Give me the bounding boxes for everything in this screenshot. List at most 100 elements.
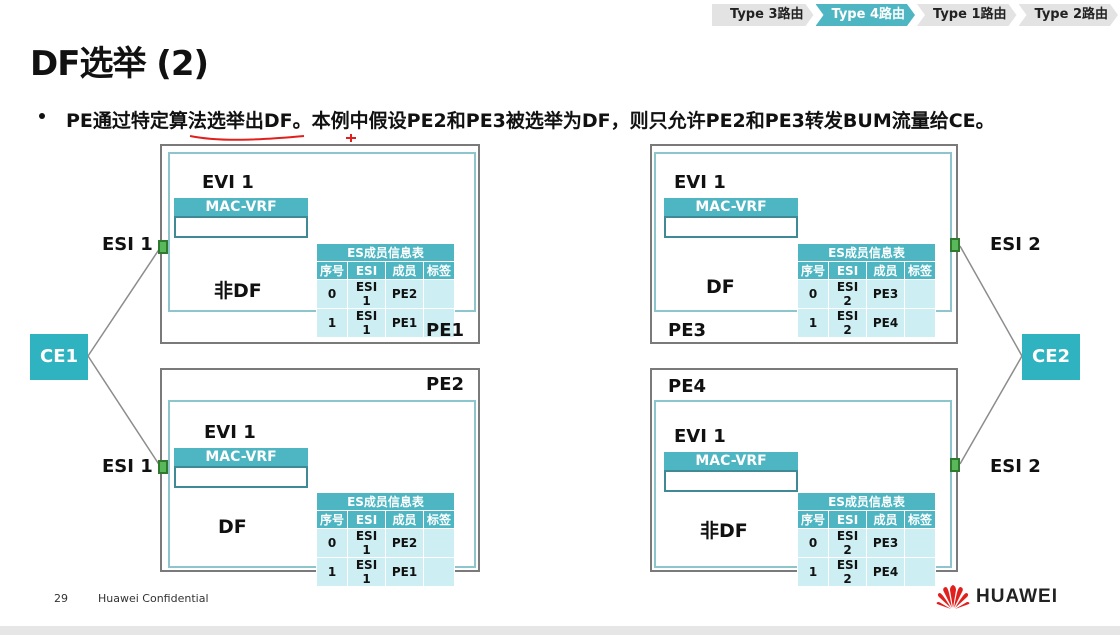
pe3-port-icon[interactable] <box>950 238 960 252</box>
pe4-macvrf-body <box>664 470 798 492</box>
col-label: 标签 <box>904 510 937 529</box>
bottom-bar <box>0 626 1120 635</box>
table-caption: ES成员信息表 <box>796 243 937 262</box>
pe1-evi-label: EVI 1 <box>202 172 254 193</box>
col-index: 序号 <box>796 261 830 280</box>
cell-esi: ESI 1 <box>347 557 387 587</box>
col-esi: ESI <box>828 510 868 529</box>
cell-member: PE4 <box>866 308 906 338</box>
pe1-name: PE1 <box>426 320 465 341</box>
cell-index: 0 <box>796 528 830 558</box>
pe2-port-icon[interactable] <box>158 460 168 474</box>
link-ce1-pe2 <box>87 355 161 467</box>
pe3-macvrf: MAC-VRF <box>664 198 798 238</box>
cell-label <box>423 528 456 558</box>
pe3-macvrf-body <box>664 216 798 238</box>
cell-label <box>904 557 937 587</box>
cell-index: 1 <box>796 308 830 338</box>
cell-esi: ESI 1 <box>347 308 387 338</box>
pe4-macvrf: MAC-VRF <box>664 452 798 492</box>
pe4-role: 非DF <box>700 520 748 542</box>
ce2-node[interactable]: CE2 <box>1022 334 1080 380</box>
col-index: 序号 <box>315 261 349 280</box>
cell-member: PE4 <box>866 557 906 587</box>
pe1-esi-label: ESI 1 <box>102 234 153 255</box>
pe1-role: 非DF <box>214 280 262 302</box>
pe3-name: PE3 <box>668 320 707 341</box>
link-ce2-pe4 <box>959 355 1023 465</box>
pe2-macvrf-body <box>174 466 308 488</box>
cell-esi: ESI 1 <box>347 528 387 558</box>
pe4-name: PE4 <box>668 376 707 397</box>
cell-label <box>904 279 937 309</box>
col-member: 成员 <box>385 261 425 280</box>
link-ce1-pe1 <box>87 247 161 357</box>
col-member: 成员 <box>866 261 906 280</box>
cell-member: PE1 <box>385 557 425 587</box>
pe3-esi-label: ESI 2 <box>990 234 1041 255</box>
pe4-evi-label: EVI 1 <box>674 426 726 447</box>
table-row: 0 ESI 2 PE3 <box>796 279 937 309</box>
cell-label <box>904 528 937 558</box>
pe4-esi-label: ESI 2 <box>990 456 1041 477</box>
cell-label <box>423 557 456 587</box>
pe1-macvrf-title: MAC-VRF <box>174 198 308 216</box>
ce1-node[interactable]: CE1 <box>30 334 88 380</box>
cell-label <box>904 308 937 338</box>
col-label: 标签 <box>423 510 456 529</box>
pe4-macvrf-title: MAC-VRF <box>664 452 798 470</box>
col-label: 标签 <box>904 261 937 280</box>
huawei-flower-icon <box>936 585 970 609</box>
brand-name: HUAWEI <box>976 586 1058 607</box>
col-esi: ESI <box>347 261 387 280</box>
cell-index: 1 <box>315 308 349 338</box>
pe3-es-table: ES成员信息表 序号 ESI 成员 标签 0 ESI 2 PE3 1 ESI 2… <box>796 243 937 338</box>
cell-index: 1 <box>315 557 349 587</box>
confidential-label: Huawei Confidential <box>98 592 209 605</box>
pe2-macvrf: MAC-VRF <box>174 448 308 488</box>
huawei-logo: HUAWEI <box>936 584 1058 610</box>
table-row: 1 ESI 1 PE1 <box>315 557 456 587</box>
col-member: 成员 <box>385 510 425 529</box>
col-index: 序号 <box>796 510 830 529</box>
cell-member: PE2 <box>385 279 425 309</box>
pe3-role: DF <box>706 276 735 298</box>
cell-esi: ESI 2 <box>828 308 868 338</box>
table-row: 1 ESI 2 PE4 <box>796 557 937 587</box>
pe4-port-icon[interactable] <box>950 458 960 472</box>
pe2-role: DF <box>218 516 247 538</box>
col-esi: ESI <box>347 510 387 529</box>
pe2-evi-label: EVI 1 <box>204 422 256 443</box>
page-number: 29 <box>54 592 68 605</box>
pe2-es-table: ES成员信息表 序号 ESI 成员 标签 0 ESI 1 PE2 1 ESI 1… <box>315 492 456 587</box>
cell-index: 0 <box>315 528 349 558</box>
cell-member: PE1 <box>385 308 425 338</box>
pe1-macvrf-body <box>174 216 308 238</box>
link-ce2-pe3 <box>959 245 1023 357</box>
table-caption: ES成员信息表 <box>315 492 456 511</box>
table-row: 0 ESI 2 PE3 <box>796 528 937 558</box>
table-row: 0 ESI 1 PE2 <box>315 528 456 558</box>
cell-esi: ESI 1 <box>347 279 387 309</box>
pe4-es-table: ES成员信息表 序号 ESI 成员 标签 0 ESI 2 PE3 1 ESI 2… <box>796 492 937 587</box>
table-caption: ES成员信息表 <box>796 492 937 511</box>
pe2-name: PE2 <box>426 374 465 395</box>
pe2-esi-label: ESI 1 <box>102 456 153 477</box>
cell-member: PE3 <box>866 279 906 309</box>
pe3-macvrf-title: MAC-VRF <box>664 198 798 216</box>
pe1-macvrf: MAC-VRF <box>174 198 308 238</box>
cell-esi: ESI 2 <box>828 528 868 558</box>
cell-index: 1 <box>796 557 830 587</box>
pe2-macvrf-title: MAC-VRF <box>174 448 308 466</box>
pe1-port-icon[interactable] <box>158 240 168 254</box>
annotation-underline <box>189 135 305 141</box>
cell-label <box>423 279 456 309</box>
cell-member: PE2 <box>385 528 425 558</box>
pe3-evi-label: EVI 1 <box>674 172 726 193</box>
cell-index: 0 <box>796 279 830 309</box>
table-caption: ES成员信息表 <box>315 243 456 262</box>
col-index: 序号 <box>315 510 349 529</box>
cell-index: 0 <box>315 279 349 309</box>
cell-esi: ESI 2 <box>828 279 868 309</box>
col-esi: ESI <box>828 261 868 280</box>
